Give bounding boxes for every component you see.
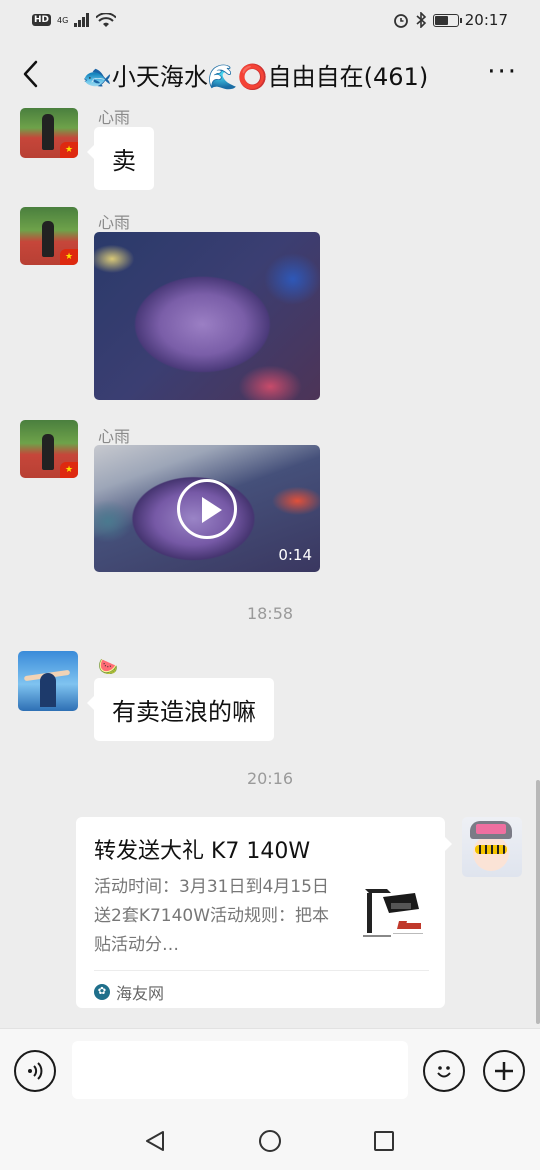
status-bar: HD 4G 20:17 — [0, 0, 540, 40]
triangle-back-icon — [146, 1131, 164, 1151]
nav-recents-button[interactable] — [371, 1128, 397, 1154]
circle-home-icon — [259, 1130, 281, 1152]
system-navigation-bar — [0, 1114, 540, 1170]
message-bubble[interactable]: 有卖造浪的嘛 — [87, 678, 274, 741]
input-bar — [0, 1028, 540, 1114]
back-button[interactable] — [0, 40, 60, 108]
message-input[interactable] — [72, 1041, 408, 1099]
link-source: ✿ 海友网 — [94, 980, 164, 1004]
link-divider — [94, 970, 429, 971]
signal-icon — [74, 13, 90, 27]
voice-button[interactable] — [14, 1050, 56, 1092]
message-bubble[interactable]: 卖 — [87, 127, 154, 190]
link-title: 转发送大礼 K7 140W — [94, 839, 311, 864]
plus-icon — [495, 1062, 513, 1080]
video-duration: 0:14 — [278, 546, 312, 564]
chat-messages[interactable]: ★ 心雨 卖 ★ 心雨 ★ 心雨 0:14 18:58 🍉 有卖造浪的嘛 20:… — [0, 108, 540, 1028]
emoji-icon — [437, 1066, 451, 1078]
square-recents-icon — [374, 1131, 394, 1151]
network-type: 4G — [57, 15, 69, 25]
alarm-icon — [393, 14, 408, 28]
more-button[interactable]: ··· — [487, 57, 518, 87]
scrollbar[interactable] — [536, 780, 540, 1024]
sender-name: 心雨 — [98, 427, 131, 446]
nav-back-button[interactable] — [142, 1128, 168, 1154]
nav-home-button[interactable] — [257, 1128, 283, 1154]
avatar[interactable] — [18, 651, 78, 711]
bluetooth-icon — [416, 12, 426, 28]
emoji-button[interactable] — [423, 1050, 465, 1092]
link-card-message[interactable]: 转发送大礼 K7 140W 活动时间：3月31日到4月15日送2套K7140W活… — [76, 817, 452, 1008]
sender-name: 心雨 — [98, 108, 131, 127]
status-right: 20:17 — [393, 11, 508, 29]
product-lamp-image — [363, 889, 423, 937]
chat-title: 🐟小天海水🌊⭕自由自在(461) — [82, 62, 429, 91]
link-thumbnail — [357, 879, 427, 949]
image-message[interactable] — [94, 232, 320, 400]
time-separator: 20:16 — [246, 769, 294, 788]
more-dots-icon: ··· — [487, 57, 518, 87]
chevron-left-icon — [23, 60, 38, 88]
chat-header: 🐟小天海水🌊⭕自由自在(461) ··· — [0, 40, 540, 108]
sender-name: 心雨 — [98, 213, 131, 232]
video-message[interactable]: 0:14 — [94, 445, 320, 572]
wifi-icon — [96, 12, 117, 27]
avatar[interactable]: ★ — [20, 420, 78, 478]
clock: 20:17 — [464, 11, 508, 29]
sender-name: 🍉 — [98, 657, 118, 676]
status-left: HD 4G — [32, 12, 117, 28]
avatar[interactable]: ★ — [20, 207, 78, 265]
plus-button[interactable] — [483, 1050, 525, 1092]
source-logo-icon: ✿ — [94, 984, 110, 1000]
hd-badge: HD — [32, 14, 52, 26]
link-description: 活动时间：3月31日到4月15日送2套K7140W活动规则：把本贴活动分… — [94, 877, 330, 955]
voice-icon — [28, 1062, 43, 1080]
play-icon[interactable] — [177, 479, 237, 539]
time-separator: 18:58 — [246, 604, 294, 623]
battery-icon — [432, 13, 462, 27]
avatar[interactable]: ★ — [20, 108, 78, 158]
source-name: 海友网 — [116, 984, 165, 1003]
my-avatar[interactable] — [462, 817, 522, 877]
